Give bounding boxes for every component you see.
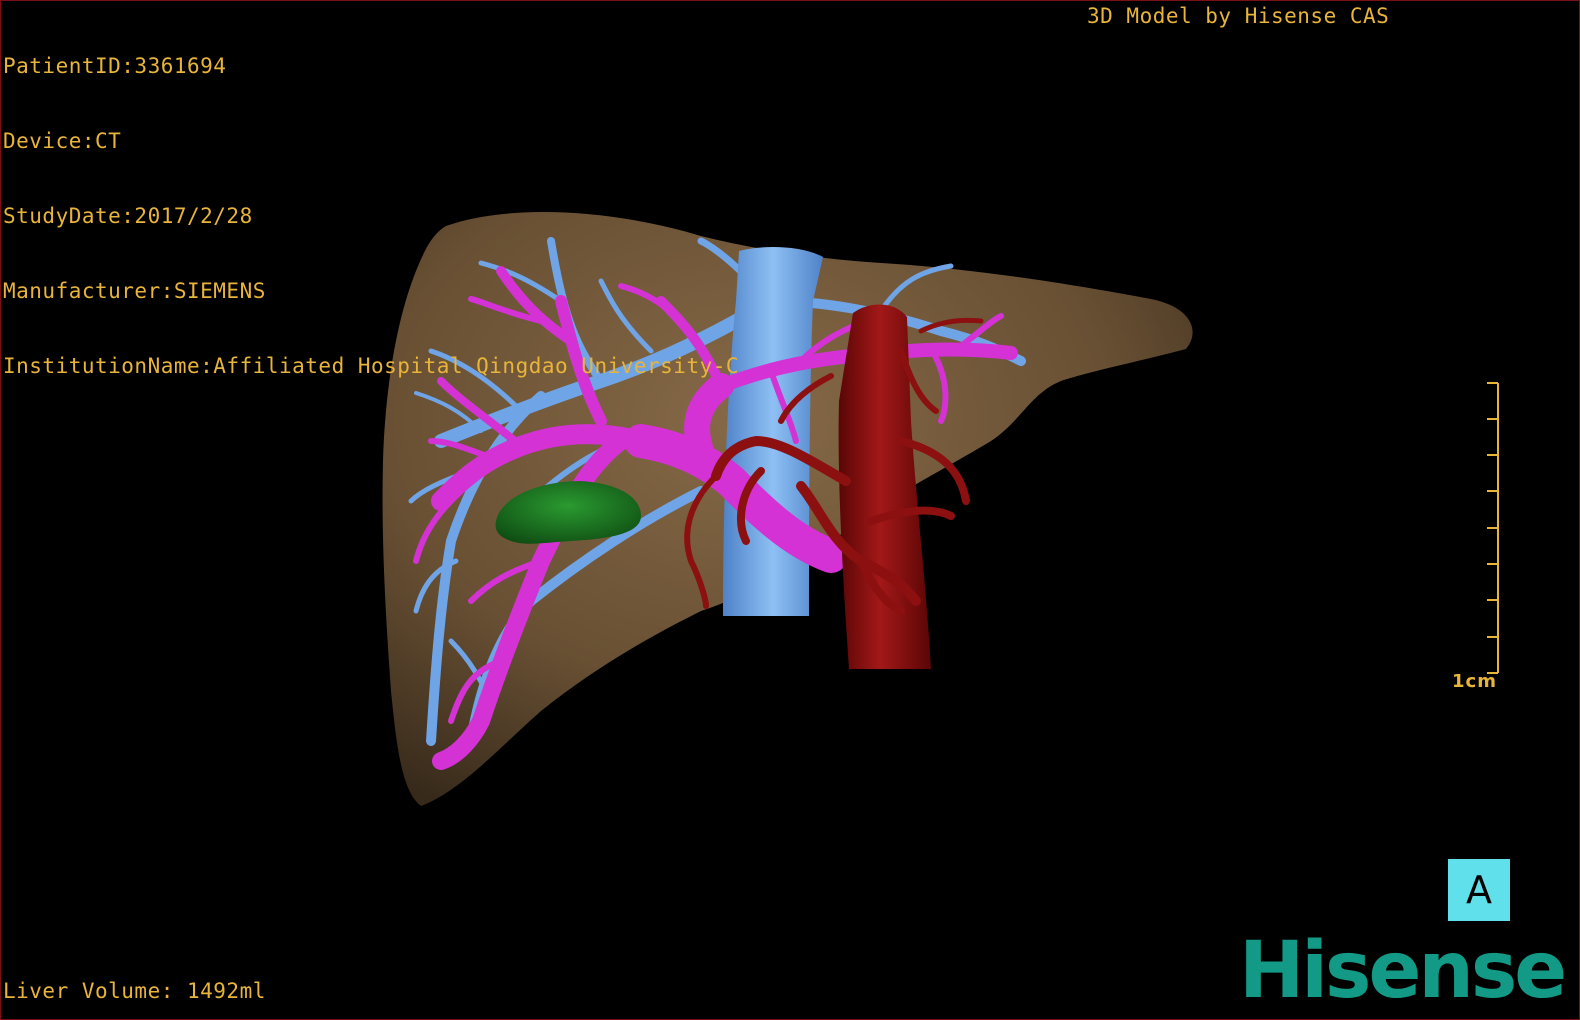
model-credit-text: 3D Model by Hisense CAS: [1087, 4, 1390, 28]
scale-bar-label: 1cm: [1452, 671, 1497, 692]
institution-text: InstitutionName:Affiliated Hospital Qing…: [3, 354, 740, 378]
study-date-text: StudyDate:2017/2/28: [3, 204, 253, 228]
patient-id-text: PatientID:3361694: [3, 54, 227, 78]
dicom-info-block: PatientID:3361694 Device:CT StudyDate:20…: [3, 4, 739, 429]
device-text: Device:CT: [3, 129, 122, 153]
3d-viewport[interactable]: PatientID:3361694 Device:CT StudyDate:20…: [0, 0, 1580, 1020]
view-orientation-badge[interactable]: A: [1448, 859, 1510, 921]
hisense-logo: Hisense: [1239, 926, 1567, 1016]
liver-volume-text: Liver Volume: 1492ml: [3, 979, 266, 1003]
scale-bar: [1487, 382, 1499, 674]
manufacturer-text: Manufacturer:SIEMENS: [3, 279, 266, 303]
